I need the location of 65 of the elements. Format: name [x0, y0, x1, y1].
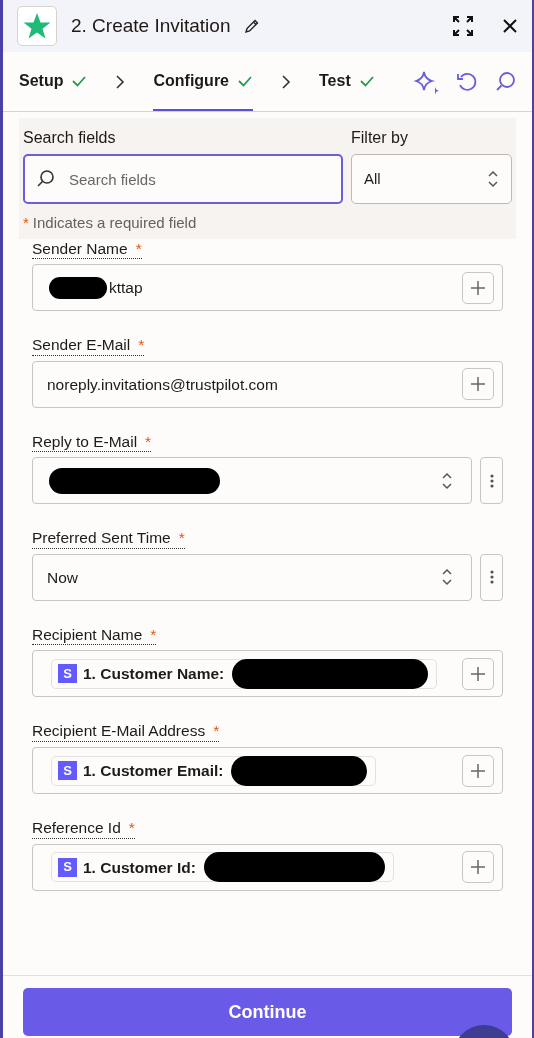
continue-button[interactable]: Continue	[23, 988, 512, 1036]
add-button[interactable]	[462, 754, 494, 787]
plus-icon	[470, 665, 486, 682]
search-field[interactable]: Search fields	[23, 154, 343, 204]
add-button[interactable]	[462, 657, 494, 690]
required-mark: *	[135, 239, 142, 257]
mapped-value-pill[interactable]: S 1. Customer Email:	[51, 755, 377, 786]
expand-icon[interactable]	[452, 15, 474, 37]
select-field[interactable]	[32, 457, 472, 505]
required-mark: *	[213, 722, 220, 740]
star-icon	[23, 12, 51, 40]
plus-icon	[470, 279, 486, 296]
chevron-updown-icon	[441, 471, 453, 490]
mapped-value-pill[interactable]: S 1. Customer Id:	[51, 852, 394, 883]
add-button[interactable]	[462, 271, 494, 304]
required-mark: *	[145, 432, 152, 450]
more-vertical-icon	[489, 570, 494, 585]
field-value: Now	[47, 567, 78, 588]
app-icon: S	[58, 857, 77, 877]
field-label: Sender Name *	[32, 239, 142, 260]
required-mark: *	[178, 529, 185, 547]
plus-icon	[470, 376, 486, 393]
required-note: * Indicates a required field	[23, 213, 198, 233]
step-title: 2. Create Invitation	[71, 13, 231, 38]
input-field[interactable]: kttap	[32, 264, 503, 312]
search-icon	[35, 169, 55, 189]
plus-icon	[470, 859, 486, 876]
required-mark: *	[150, 625, 157, 643]
undo-icon[interactable]	[456, 70, 478, 93]
add-button[interactable]	[462, 368, 494, 401]
required-mark: *	[128, 819, 135, 837]
field-value: kttap	[109, 277, 143, 298]
input-field[interactable]: S 1. Customer Id:	[32, 843, 503, 891]
chevron-right-icon	[281, 73, 291, 90]
add-button[interactable]	[462, 851, 494, 884]
app-icon: S	[58, 664, 77, 684]
field-label: Reference Id *	[32, 819, 135, 839]
field-value: noreply.invitations@trustpilot.com	[47, 374, 278, 395]
sparkle-icon[interactable]	[414, 69, 440, 94]
search-icon[interactable]	[494, 70, 516, 93]
field-label: Preferred Sent Time *	[32, 529, 185, 549]
step-tab[interactable]: Setup	[19, 52, 88, 111]
field-label: Recipient E-Mail Address *	[32, 722, 220, 743]
plus-icon	[470, 762, 486, 779]
input-field[interactable]: S 1. Customer Name:	[32, 650, 503, 698]
pencil-icon[interactable]	[244, 18, 261, 34]
field-label: Reply to E-Mail *	[32, 432, 152, 453]
chevron-updown-icon	[487, 170, 499, 188]
select-field[interactable]: Now	[32, 553, 472, 601]
step-tab[interactable]: Test	[319, 52, 375, 111]
input-field[interactable]: noreply.invitations@trustpilot.com	[32, 360, 503, 408]
field-label: Search fields	[23, 128, 117, 148]
input-field[interactable]: S 1. Customer Email:	[32, 747, 503, 795]
field-label: Recipient Name *	[32, 625, 157, 646]
chevron-updown-icon	[441, 568, 453, 587]
filter-select[interactable]: All	[351, 154, 512, 204]
app-icon: S	[58, 761, 77, 781]
mapped-value-pill[interactable]: S 1. Customer Name:	[51, 658, 438, 689]
required-mark: *	[138, 336, 145, 354]
close-icon[interactable]	[502, 18, 518, 34]
step-tab[interactable]: Configure	[153, 52, 253, 111]
more-vertical-icon	[489, 473, 494, 488]
field-label: Sender E-Mail *	[32, 336, 145, 356]
chevron-right-icon	[115, 73, 126, 90]
field-label: Filter by	[351, 128, 409, 148]
